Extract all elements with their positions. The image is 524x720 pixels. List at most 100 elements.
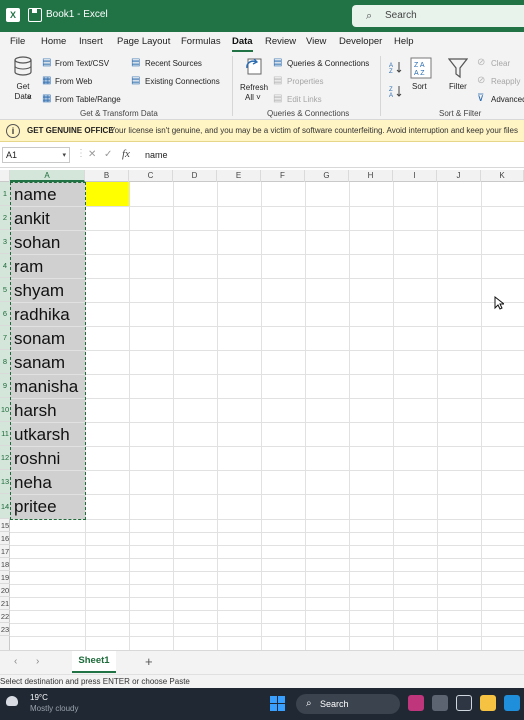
row-header[interactable]: 23 bbox=[0, 623, 10, 636]
column-header[interactable]: G bbox=[305, 170, 349, 182]
row-header[interactable]: 9 bbox=[0, 374, 10, 398]
column-header[interactable]: H bbox=[349, 170, 393, 182]
gridline bbox=[10, 398, 524, 399]
row-header[interactable]: 6 bbox=[0, 302, 10, 326]
row-header[interactable]: 12 bbox=[0, 446, 10, 470]
widget-app-icon[interactable] bbox=[408, 695, 424, 711]
chat-app-icon[interactable] bbox=[456, 695, 472, 711]
search-box[interactable]: ⌕ Search bbox=[352, 5, 524, 27]
row-header[interactable]: 8 bbox=[0, 350, 10, 374]
weather-description[interactable]: Mostly cloudy bbox=[30, 704, 78, 713]
web-icon: ▦ bbox=[42, 75, 52, 86]
file-explorer-icon[interactable] bbox=[480, 695, 496, 711]
from-table-range-button[interactable]: From Table/Range bbox=[55, 95, 121, 104]
row-header[interactable]: 7 bbox=[0, 326, 10, 350]
existing-connections-button[interactable]: Existing Connections bbox=[145, 77, 220, 86]
column-header[interactable]: B bbox=[85, 170, 129, 182]
sheet-tab-sheet1[interactable]: Sheet1 bbox=[72, 651, 116, 673]
tab-developer[interactable]: Developer bbox=[339, 36, 382, 47]
row-header[interactable]: 13 bbox=[0, 470, 10, 494]
row-header[interactable]: 11 bbox=[0, 422, 10, 446]
gridline bbox=[173, 182, 174, 650]
status-bar: Select destination and press ENTER or ch… bbox=[0, 674, 524, 688]
column-header[interactable]: I bbox=[393, 170, 437, 182]
tab-help[interactable]: Help bbox=[394, 36, 414, 47]
tab-file[interactable]: File bbox=[10, 36, 25, 47]
row-header[interactable]: 16 bbox=[0, 532, 10, 545]
column-header[interactable]: K bbox=[481, 170, 524, 182]
chevron-left-icon[interactable]: ‹ bbox=[14, 656, 17, 667]
column-header[interactable]: E bbox=[217, 170, 261, 182]
row-header[interactable]: 17 bbox=[0, 545, 10, 558]
filter-label: Filter bbox=[449, 82, 467, 91]
row-header[interactable]: 10 bbox=[0, 398, 10, 422]
gridline bbox=[437, 182, 438, 650]
gridline bbox=[10, 254, 524, 255]
edit-links-button[interactable]: Edit Links bbox=[287, 95, 322, 104]
gridline bbox=[10, 597, 524, 598]
row-header[interactable]: 1 bbox=[0, 182, 10, 206]
sort-descending-icon[interactable]: Z A bbox=[389, 84, 403, 98]
advanced-button[interactable]: Advanced bbox=[491, 95, 524, 104]
worksheet-grid[interactable]: name ankit sohan ram shyam radhika sonam… bbox=[10, 182, 524, 650]
tab-insert[interactable]: Insert bbox=[79, 36, 103, 47]
from-web-button[interactable]: From Web bbox=[55, 77, 92, 86]
chevron-down-icon: ˅ bbox=[27, 93, 32, 102]
svg-text:A: A bbox=[389, 93, 393, 98]
tab-view[interactable]: View bbox=[306, 36, 326, 47]
group-divider bbox=[380, 56, 381, 116]
column-header[interactable]: F bbox=[261, 170, 305, 182]
tab-data[interactable]: Data bbox=[232, 36, 253, 52]
row-header[interactable]: 19 bbox=[0, 571, 10, 584]
save-icon[interactable] bbox=[28, 8, 42, 22]
gridline bbox=[10, 206, 524, 207]
gridline bbox=[217, 182, 218, 650]
formula-input[interactable]: name bbox=[145, 150, 168, 160]
browser-icon[interactable] bbox=[504, 695, 520, 711]
row-header[interactable]: 15 bbox=[0, 519, 10, 532]
row-header[interactable]: 14 bbox=[0, 494, 10, 519]
from-text-csv-button[interactable]: From Text/CSV bbox=[55, 59, 109, 68]
row-header[interactable]: 21 bbox=[0, 597, 10, 610]
row-header[interactable]: 20 bbox=[0, 584, 10, 597]
row-header[interactable]: 18 bbox=[0, 558, 10, 571]
weather-temperature[interactable]: 19°C bbox=[30, 693, 48, 702]
chevron-right-icon[interactable]: › bbox=[36, 656, 39, 667]
add-sheet-icon[interactable]: + bbox=[145, 654, 153, 669]
properties-button[interactable]: Properties bbox=[287, 77, 323, 86]
name-box[interactable]: A1 ▾ bbox=[2, 147, 70, 163]
tab-page-layout[interactable]: Page Layout bbox=[117, 36, 170, 47]
select-all-corner[interactable] bbox=[0, 170, 10, 182]
enter-icon[interactable]: ✓ bbox=[104, 149, 112, 160]
reapply-button[interactable]: Reapply bbox=[491, 77, 520, 86]
row-header[interactable]: 5 bbox=[0, 278, 10, 302]
warning-title: GET GENUINE OFFICE bbox=[27, 126, 114, 135]
row-header[interactable]: 3 bbox=[0, 230, 10, 254]
excel-logo-icon: X bbox=[6, 8, 20, 22]
excel-window: X Book1 - Excel ⌕ Search File Home Inser… bbox=[0, 0, 524, 720]
insert-function-icon[interactable]: fx bbox=[122, 148, 130, 160]
windows-start-icon[interactable] bbox=[270, 696, 286, 712]
clear-button[interactable]: Clear bbox=[491, 59, 510, 68]
title-bar: X Book1 - Excel ⌕ Search bbox=[0, 0, 524, 32]
sort-ascending-icon[interactable]: A Z bbox=[389, 60, 403, 74]
tab-formulas[interactable]: Formulas bbox=[181, 36, 221, 47]
taskbar-search[interactable]: ⌕ Search bbox=[296, 694, 400, 714]
column-header[interactable]: J bbox=[437, 170, 481, 182]
row-header[interactable]: 4 bbox=[0, 254, 10, 278]
tab-review[interactable]: Review bbox=[265, 36, 296, 47]
tab-home[interactable]: Home bbox=[41, 36, 66, 47]
column-header[interactable]: D bbox=[173, 170, 217, 182]
row-header[interactable]: 2 bbox=[0, 206, 10, 230]
cancel-icon[interactable]: ✕ bbox=[88, 149, 96, 160]
weather-cloud-icon[interactable] bbox=[6, 696, 18, 706]
task-view-icon[interactable] bbox=[432, 695, 448, 711]
row-header[interactable]: 22 bbox=[0, 610, 10, 623]
recent-sources-button[interactable]: Recent Sources bbox=[145, 59, 202, 68]
cell-b1[interactable] bbox=[85, 182, 129, 206]
column-header[interactable]: C bbox=[129, 170, 173, 182]
queries-connections-button[interactable]: Queries & Connections bbox=[287, 59, 369, 68]
table-icon: ▦ bbox=[42, 93, 52, 104]
column-header[interactable]: A bbox=[10, 170, 85, 182]
chevron-down-icon[interactable]: ▾ bbox=[62, 151, 66, 159]
